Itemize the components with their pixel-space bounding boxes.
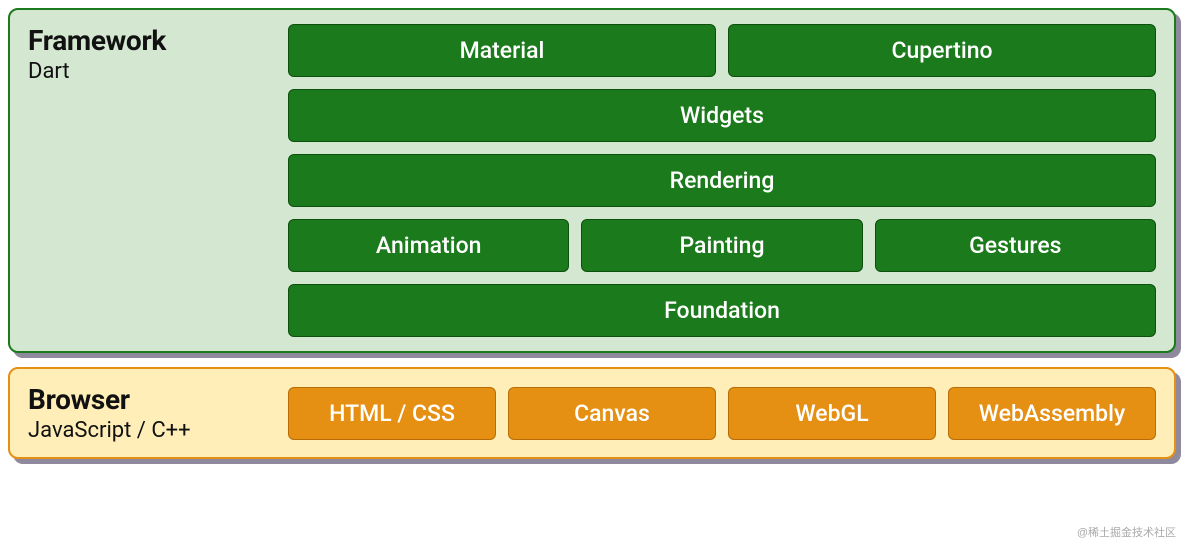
framework-header: Framework Dart [28,24,288,84]
framework-subtitle: Dart [28,59,288,84]
html-css-block: HTML / CSS [288,387,496,440]
framework-row-2: Rendering [288,154,1156,207]
webassembly-block: WebAssembly [948,387,1156,440]
canvas-block: Canvas [508,387,716,440]
browser-row-0: HTML / CSS Canvas WebGL WebAssembly [288,387,1156,440]
framework-title: Framework [28,24,288,57]
gestures-block: Gestures [875,219,1156,272]
animation-block: Animation [288,219,569,272]
material-block: Material [288,24,716,77]
framework-row-1: Widgets [288,89,1156,142]
watermark: @稀土掘金技术社区 [1077,524,1176,540]
browser-subtitle: JavaScript / C++ [28,418,288,443]
framework-row-0: Material Cupertino [288,24,1156,77]
browser-title: Browser [28,383,288,416]
foundation-block: Foundation [288,284,1156,337]
framework-row-3: Animation Painting Gestures [288,219,1156,272]
webgl-block: WebGL [728,387,936,440]
framework-row-4: Foundation [288,284,1156,337]
cupertino-block: Cupertino [728,24,1156,77]
browser-header: Browser JavaScript / C++ [28,383,288,443]
painting-block: Painting [581,219,862,272]
framework-content: Material Cupertino Widgets Rendering Ani… [288,24,1156,337]
browser-layer: Browser JavaScript / C++ HTML / CSS Canv… [8,367,1176,459]
framework-layer: Framework Dart Material Cupertino Widget… [8,8,1176,353]
widgets-block: Widgets [288,89,1156,142]
browser-content: HTML / CSS Canvas WebGL WebAssembly [288,387,1156,440]
rendering-block: Rendering [288,154,1156,207]
